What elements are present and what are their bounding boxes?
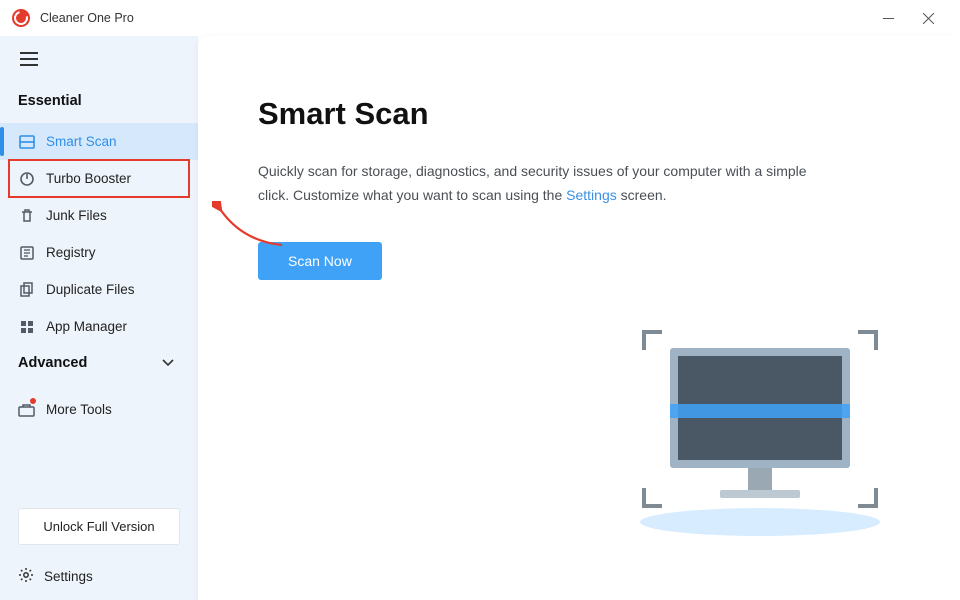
sidebar-item-app-manager[interactable]: App Manager [0,308,198,345]
app-window: Cleaner One Pro Essential Smart [0,0,960,600]
sidebar-item-more-tools[interactable]: More Tools [0,391,198,428]
scan-icon [18,133,35,150]
sidebar-item-label: Smart Scan [46,134,117,149]
sidebar: Essential Smart Scan Turbo Booster Junk … [0,36,198,600]
sidebar-item-label: Turbo Booster [46,171,131,186]
close-button[interactable] [908,4,948,32]
titlebar: Cleaner One Pro [0,0,960,36]
sidebar-item-label: Junk Files [46,208,107,223]
sidebar-item-label: Registry [46,245,96,260]
scan-now-button[interactable]: Scan Now [258,242,382,280]
gear-icon [18,567,34,586]
sidebar-item-label: App Manager [46,319,127,334]
sidebar-item-label: More Tools [46,402,112,417]
apps-icon [18,318,35,335]
sidebar-section-advanced[interactable]: Advanced [0,345,198,385]
page-title: Smart Scan [258,96,900,132]
registry-icon [18,244,35,261]
toolbox-icon [18,401,35,418]
duplicate-icon [18,281,35,298]
sidebar-item-junk-files[interactable]: Junk Files [0,197,198,234]
minimize-button[interactable] [868,4,908,32]
sidebar-item-label: Duplicate Files [46,282,135,297]
sidebar-item-smart-scan[interactable]: Smart Scan [0,123,198,160]
sidebar-item-registry[interactable]: Registry [0,234,198,271]
sidebar-item-duplicate-files[interactable]: Duplicate Files [0,271,198,308]
app-logo-icon [12,9,30,27]
settings-link[interactable]: Settings [566,187,617,203]
main-content: Smart Scan Quickly scan for storage, dia… [198,36,960,600]
unlock-full-version-button[interactable]: Unlock Full Version [18,508,180,545]
app-title: Cleaner One Pro [40,11,134,25]
trash-icon [18,207,35,224]
power-icon [18,170,35,187]
sidebar-item-settings[interactable]: Settings [0,557,198,600]
sidebar-section-essential: Essential [0,83,198,123]
menu-toggle-button[interactable] [0,44,198,83]
notification-dot [30,398,36,404]
monitor-scan-illustration [630,330,890,540]
page-description: Quickly scan for storage, diagnostics, a… [258,160,818,208]
sidebar-item-turbo-booster[interactable]: Turbo Booster [0,160,198,197]
chevron-down-icon [162,355,174,371]
hamburger-icon [20,52,38,66]
